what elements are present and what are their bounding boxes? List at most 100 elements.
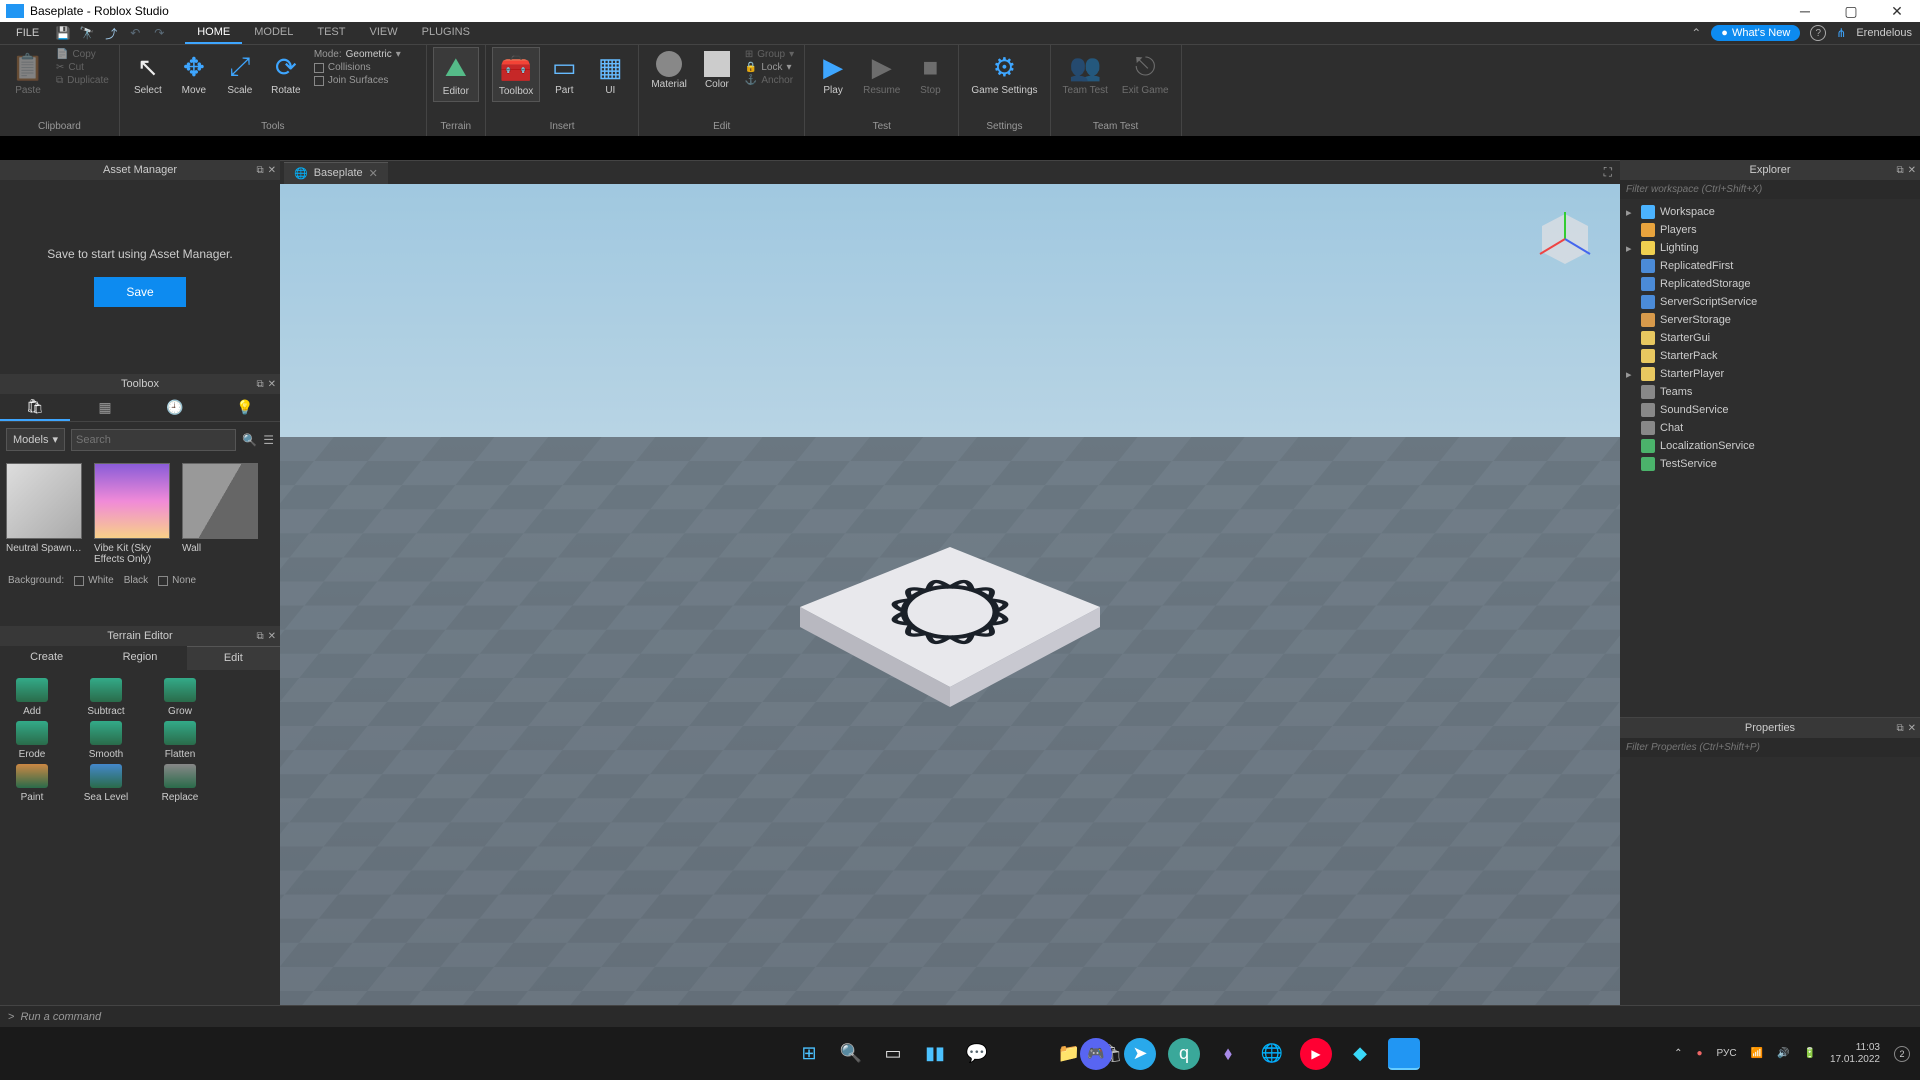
taskbar-chat-icon[interactable]: 💬 <box>961 1038 993 1070</box>
rotate-button[interactable]: ⟳Rotate <box>264 47 308 100</box>
explorer-node-workspace[interactable]: ▸Workspace <box>1622 203 1918 221</box>
tray-clock[interactable]: 11:0317.01.2022 <box>1830 1042 1880 1066</box>
play-button[interactable]: ▶Play <box>811 47 855 100</box>
explorer-header[interactable]: Explorer ⧉✕ <box>1620 160 1920 180</box>
taskbar-widgets-icon[interactable]: ▮▮ <box>919 1038 951 1070</box>
explorer-node-localizationservice[interactable]: LocalizationService <box>1622 437 1918 455</box>
panel-undock-icon[interactable]: ⧉ <box>1896 165 1903 176</box>
qat-save-icon[interactable]: 💾 <box>55 25 71 41</box>
taskbar-search-icon[interactable]: 🔍 <box>835 1038 867 1070</box>
viewport-expand-icon[interactable]: ⛶ <box>1596 165 1620 180</box>
terrain-tool-paint[interactable]: Paint <box>4 764 60 803</box>
explorer-node-starterpack[interactable]: StarterPack <box>1622 347 1918 365</box>
taskbar-chrome-icon[interactable]: 🌐 <box>1256 1038 1288 1070</box>
tab-model[interactable]: MODEL <box>242 22 305 44</box>
explorer-node-startergui[interactable]: StarterGui <box>1622 329 1918 347</box>
explorer-node-players[interactable]: Players <box>1622 221 1918 239</box>
terrain-tab-region[interactable]: Region <box>93 646 186 670</box>
ui-button[interactable]: ▦UI <box>588 47 632 100</box>
taskbar-discord-icon[interactable]: 🎮 <box>1080 1038 1112 1070</box>
resume-button[interactable]: ▶Resume <box>857 47 906 100</box>
command-bar[interactable]: Run a command <box>0 1005 1920 1027</box>
tray-wifi-icon[interactable]: 📶 <box>1751 1048 1763 1059</box>
panel-undock-icon[interactable]: ⧉ <box>1896 723 1903 734</box>
bg-white-radio[interactable]: White <box>74 575 114 586</box>
explorer-node-testservice[interactable]: TestService <box>1622 455 1918 473</box>
explorer-node-teams[interactable]: Teams <box>1622 383 1918 401</box>
axis-gizmo[interactable] <box>1530 204 1600 274</box>
game-settings-button[interactable]: ⚙Game Settings <box>965 47 1043 100</box>
terrain-tool-subtract[interactable]: Subtract <box>78 678 134 717</box>
asset-manager-header[interactable]: Asset Manager ⧉✕ <box>0 160 280 180</box>
terrain-tool-sea-level[interactable]: Sea Level <box>78 764 134 803</box>
terrain-tool-replace[interactable]: Replace <box>152 764 208 803</box>
explorer-node-replicatedstorage[interactable]: ReplicatedStorage <box>1622 275 1918 293</box>
share-icon[interactable]: ⋔ <box>1836 26 1846 40</box>
minimize-button[interactable]: ─ <box>1782 0 1828 22</box>
taskbar-youtube-icon[interactable]: ▶ <box>1300 1038 1332 1070</box>
taskbar-telegram-icon[interactable]: ➤ <box>1124 1038 1156 1070</box>
move-button[interactable]: ✥Move <box>172 47 216 100</box>
qat-publish-icon[interactable]: ⤴ <box>103 25 119 41</box>
group-button[interactable]: ⊞ Group ▾ <box>745 49 794 60</box>
terrain-tool-smooth[interactable]: Smooth <box>78 721 134 760</box>
panel-undock-icon[interactable]: ⧉ <box>256 631 263 642</box>
explorer-node-starterplayer[interactable]: ▸StarterPlayer <box>1622 365 1918 383</box>
toolbox-search-input[interactable] <box>71 429 236 451</box>
file-menu[interactable]: FILE <box>6 27 49 39</box>
select-button[interactable]: ↖Select <box>126 47 170 100</box>
collapse-ribbon-icon[interactable]: ⌃ <box>1691 26 1701 40</box>
explorer-node-serverstorage[interactable]: ServerStorage <box>1622 311 1918 329</box>
close-button[interactable]: ✕ <box>1874 0 1920 22</box>
properties-header[interactable]: Properties ⧉✕ <box>1620 718 1920 738</box>
explorer-node-chat[interactable]: Chat <box>1622 419 1918 437</box>
terrain-editor-button[interactable]: ⛰Editor <box>433 47 479 102</box>
terrain-tool-erode[interactable]: Erode <box>4 721 60 760</box>
collisions-checkbox[interactable]: Collisions <box>314 62 416 73</box>
tray-notifications-icon[interactable]: 2 <box>1894 1046 1910 1062</box>
panel-close-icon[interactable]: ✕ <box>268 379 276 390</box>
paste-button[interactable]: 📋Paste <box>6 47 50 100</box>
qat-redo-icon[interactable]: ↷ <box>151 25 167 41</box>
bg-black-radio[interactable]: Black <box>124 575 148 586</box>
anchor-button[interactable]: ⚓ Anchor <box>745 75 794 86</box>
tray-chevron-icon[interactable]: ⌃ <box>1674 1048 1682 1059</box>
duplicate-button[interactable]: ⧉ Duplicate <box>56 75 109 86</box>
taskbar-app3-icon[interactable]: ◆ <box>1344 1038 1376 1070</box>
username-label[interactable]: Erendelous <box>1856 27 1912 39</box>
toolbox-item[interactable]: Wall <box>182 463 262 565</box>
terrain-tool-add[interactable]: Add <box>4 678 60 717</box>
tab-view[interactable]: VIEW <box>357 22 409 44</box>
tab-test[interactable]: TEST <box>305 22 357 44</box>
toolbox-header[interactable]: Toolbox ⧉✕ <box>0 374 280 394</box>
3d-viewport[interactable] <box>280 184 1620 1027</box>
exit-game-button[interactable]: ⎋Exit Game <box>1116 47 1175 100</box>
taskbar-taskview-icon[interactable]: ▭ <box>877 1038 909 1070</box>
explorer-node-soundservice[interactable]: SoundService <box>1622 401 1918 419</box>
terrain-tab-edit[interactable]: Edit <box>187 646 280 670</box>
panel-close-icon[interactable]: ✕ <box>1908 723 1916 734</box>
qat-find-icon[interactable]: 🔭 <box>79 25 95 41</box>
terrain-tool-grow[interactable]: Grow <box>152 678 208 717</box>
start-button[interactable]: ⊞ <box>793 1038 825 1070</box>
toolbox-tab-creations[interactable]: 💡 <box>210 394 280 421</box>
cut-button[interactable]: ✂ Cut <box>56 62 109 73</box>
explorer-node-lighting[interactable]: ▸Lighting <box>1622 239 1918 257</box>
close-tab-icon[interactable]: ✕ <box>369 167 378 180</box>
toolbox-item[interactable]: Vibe Kit (Sky Effects Only) <box>94 463 174 565</box>
taskbar-roblox-studio-icon[interactable] <box>1388 1038 1420 1070</box>
stop-button[interactable]: ■Stop <box>908 47 952 100</box>
properties-filter-input[interactable]: Filter Properties (Ctrl+Shift+P) <box>1620 738 1920 757</box>
join-surfaces-checkbox[interactable]: Join Surfaces <box>314 75 416 86</box>
toolbox-button[interactable]: 🧰Toolbox <box>492 47 540 102</box>
tray-battery-icon[interactable]: 🔋 <box>1803 1048 1815 1059</box>
material-button[interactable]: Material <box>645 47 693 94</box>
tray-app-icon[interactable]: ● <box>1697 1048 1703 1059</box>
panel-close-icon[interactable]: ✕ <box>268 165 276 176</box>
toolbox-category-dropdown[interactable]: Models ▾ <box>6 428 65 451</box>
terrain-editor-header[interactable]: Terrain Editor ⧉✕ <box>0 626 280 646</box>
toolbox-tab-recent[interactable]: 🕘 <box>140 394 210 421</box>
part-button[interactable]: ▭Part <box>542 47 586 100</box>
terrain-tool-flatten[interactable]: Flatten <box>152 721 208 760</box>
toolbox-tab-marketplace[interactable]: 🛍 <box>0 394 70 421</box>
